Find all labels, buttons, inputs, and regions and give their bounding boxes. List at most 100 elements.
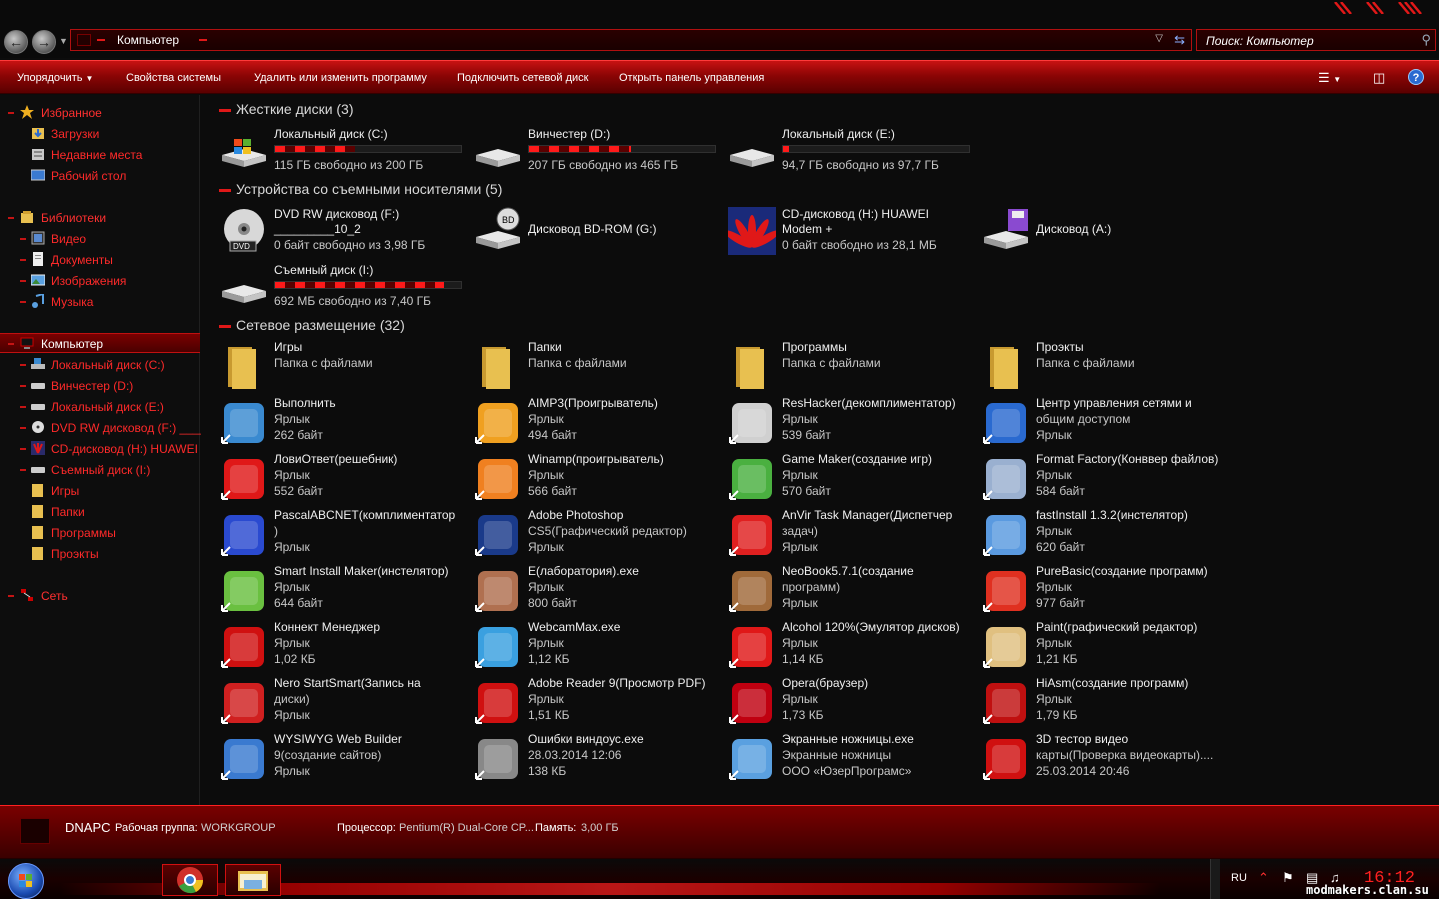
network-item-tile[interactable]: Экранные ножницы.exe Экранные ножницы ООО … xyxy=(728,732,978,787)
network-item-tile[interactable]: Adobe Reader 9(Просмотр PDF) Ярлык 1,51 КБ xyxy=(474,676,724,731)
network-item-tile[interactable]: E(лаборатория).exe Ярлык 800 байт xyxy=(474,564,724,619)
sidebar-item-drive-d[interactable]: Винчестер (D:) xyxy=(0,376,200,396)
network-item-tile[interactable]: Winamp(проигрыватель) Ярлык 566 байт xyxy=(474,452,724,507)
open-control-panel-button[interactable]: Открыть панель управления xyxy=(619,72,764,84)
search-icon[interactable]: ⚲ xyxy=(1421,32,1431,48)
action-center-flag-icon[interactable]: ⚑ xyxy=(1282,870,1294,886)
sidebar-item-projects[interactable]: Проэкты xyxy=(0,544,200,564)
sidebar-item-drive-e[interactable]: Локальный диск (E:) xyxy=(0,397,200,417)
system-properties-button[interactable]: Свойства системы xyxy=(126,72,221,84)
address-text[interactable]: Компьютер xyxy=(117,33,179,47)
network-item-tile[interactable]: Центр управления сетями и общим доступом Я… xyxy=(982,396,1232,451)
folder-icon xyxy=(736,347,764,389)
network-item-tile[interactable]: Выполнить Ярлык 262 байт xyxy=(220,396,470,451)
drive-tile-a[interactable]: Дисковод (A:) xyxy=(982,205,1232,259)
folder-icon xyxy=(32,547,43,560)
network-item-tile[interactable]: fastInstall 1.3.2(инстелятор) Ярлык 620 ба… xyxy=(982,508,1232,563)
organize-button[interactable]: Упорядочить ▼ xyxy=(17,72,93,84)
recent-pages-dropdown[interactable]: ▼ xyxy=(59,36,68,46)
explorer-folder-icon xyxy=(238,871,268,891)
network-item-tile[interactable]: Программы Папка с файлами xyxy=(728,340,978,395)
network-center-icon xyxy=(983,403,1026,444)
network-item-tile[interactable]: 3D тестор видео карты(Проверка видеокарты… xyxy=(982,732,1232,787)
network-item-tile[interactable]: Коннект Менеджер Ярлык 1,02 КБ xyxy=(220,620,470,675)
network-item-tile[interactable]: Alcohol 120%(Эмулятор дисков) Ярлык 1,14 К… xyxy=(728,620,978,675)
network-item-tile[interactable]: Format Factory(Конввер файлов) Ярлык 584 б… xyxy=(982,452,1232,507)
sidebar-network[interactable]: Сеть xyxy=(0,586,200,606)
drive-tile-i[interactable]: Съемный диск (I:) 692 МБ свободно из 7,4… xyxy=(220,261,470,315)
tray-scrollbar[interactable] xyxy=(1210,859,1220,899)
network-item-tile[interactable]: WYSIWYG Web Builder 9(создание сайтов) Ярл… xyxy=(220,732,470,787)
item-detail: Ярлык xyxy=(1036,580,1072,594)
sidebar-item-pictures[interactable]: Изображения xyxy=(0,271,200,291)
star-icon xyxy=(20,105,34,119)
drive-tile-f[interactable]: DVD DVD RW дисковод (F:) _________10_2 0… xyxy=(220,205,470,259)
sidebar-favorites[interactable]: Избранное xyxy=(0,103,200,123)
network-item-tile[interactable]: PureBasic(создание программ) Ярлык 977 бай… xyxy=(982,564,1232,619)
network-item-tile[interactable]: Adobe Photoshop CS5(Графический редактор)… xyxy=(474,508,724,563)
sidebar-item-drive-h[interactable]: CD-дисковод (H:) HUAWEI xyxy=(0,439,200,459)
network-item-tile[interactable]: Game Maker(создание игр) Ярлык 570 байт xyxy=(728,452,978,507)
language-indicator[interactable]: RU xyxy=(1231,872,1247,884)
search-placeholder[interactable]: Поиск: Компьютер xyxy=(1206,34,1314,48)
item-detail: 977 байт xyxy=(1036,596,1085,610)
sidebar-item-drive-c[interactable]: Локальный диск (C:) xyxy=(0,355,200,375)
drive-tile-d[interactable]: Винчестер (D:) 207 ГБ свободно из 465 ГБ xyxy=(474,125,724,179)
drive-tile-h[interactable]: CD-дисковод (H:) HUAWEI Modem + 0 байт с… xyxy=(728,205,978,259)
network-item-tile[interactable]: Nero StartSmart(Запись на диски) Ярлык xyxy=(220,676,470,731)
map-network-drive-button[interactable]: Подключить сетевой диск xyxy=(457,72,588,84)
network-item-tile[interactable]: ResHacker(декомплиментатор) Ярлык 539 байт xyxy=(728,396,978,451)
show-hidden-icons-icon[interactable]: ⌃ xyxy=(1258,870,1269,886)
view-options-icon[interactable]: ☰ ▼ xyxy=(1318,70,1341,86)
refresh-icon[interactable]: ⇆ xyxy=(1174,32,1185,48)
address-bar[interactable]: Компьютер ▽ ⇆ xyxy=(70,29,1192,51)
drive-tile-c[interactable]: Локальный диск (C:) 115 ГБ свободно из 2… xyxy=(220,125,470,179)
sidebar-item-downloads[interactable]: Загрузки xyxy=(0,124,200,144)
network-item-tile[interactable]: Opera(браузер) Ярлык 1,73 КБ xyxy=(728,676,978,731)
help-icon[interactable]: ? xyxy=(1408,69,1424,85)
drive-tile-g[interactable]: BD Дисковод BD-ROM (G:) xyxy=(474,205,724,259)
sidebar-item-folders[interactable]: Папки xyxy=(0,502,200,522)
preview-pane-icon[interactable]: ◫ xyxy=(1373,70,1385,86)
sidebar-libraries[interactable]: Библиотеки xyxy=(0,208,200,228)
network-item-tile[interactable]: NeoBook5.7.1(создание программ) Ярлык xyxy=(728,564,978,619)
drive-tile-e[interactable]: Локальный диск (E:) 94,7 ГБ свободно из … xyxy=(728,125,978,179)
network-item-tile[interactable]: Smart Install Maker(инстелятор) Ярлык 644 … xyxy=(220,564,470,619)
details-pane: DNAPC Рабочая группа: WORKGROUP Процессо… xyxy=(0,805,1439,858)
sidebar-item-desktop[interactable]: Рабочий стол xyxy=(0,166,200,186)
group-header-removable[interactable]: Устройства со съемными носителями (5) xyxy=(219,181,559,199)
group-header-hard-drives[interactable]: Жесткие диски (3) xyxy=(219,101,519,119)
breadcrumb-separator[interactable] xyxy=(97,39,105,41)
network-item-tile[interactable]: PascalABCNET(комплиментатор) Ярлык xyxy=(220,508,470,563)
group-header-network[interactable]: Сетевое размещение (32) xyxy=(219,317,519,335)
sidebar-item-programs[interactable]: Программы xyxy=(0,523,200,543)
sidebar-item-documents[interactable]: Документы xyxy=(0,250,200,270)
uninstall-program-button[interactable]: Удалить или изменить программу xyxy=(254,72,427,84)
network-item-tile[interactable]: AIMP3(Проигрыватель) Ярлык 494 байт xyxy=(474,396,724,451)
sidebar-item-recent-places[interactable]: Недавние места xyxy=(0,145,200,165)
network-item-tile[interactable]: Папки Папка с файлами xyxy=(474,340,724,395)
back-button[interactable]: ← xyxy=(4,30,28,54)
address-dropdown-icon[interactable]: ▽ xyxy=(1155,33,1163,44)
search-input[interactable]: Поиск: Компьютер ⚲ xyxy=(1196,29,1436,51)
sidebar-item-drive-i[interactable]: Съемный диск (I:) xyxy=(0,460,200,480)
network-item-tile[interactable]: Игры Папка с файлами xyxy=(220,340,470,395)
breadcrumb-separator[interactable] xyxy=(199,39,207,41)
sidebar-computer[interactable]: Компьютер xyxy=(0,333,200,353)
network-item-tile[interactable]: HiAsm(создание программ) Ярлык 1,79 КБ xyxy=(982,676,1232,731)
network-item-tile[interactable]: Проэкты Папка с файлами xyxy=(982,340,1232,395)
forward-button[interactable]: → xyxy=(32,30,56,54)
network-item-tile[interactable]: Paint(графический редактор) Ярлык 1,21 КБ xyxy=(982,620,1232,675)
network-item-tile[interactable]: Ошибки виндоус.exe 28.03.2014 12:06 138 КБ xyxy=(474,732,724,787)
sidebar-item-music[interactable]: Музыка xyxy=(0,292,200,312)
taskbar-explorer[interactable] xyxy=(225,864,281,896)
network-item-tile[interactable]: ЛовиОтвет(решебник) Ярлык 552 байт xyxy=(220,452,470,507)
sidebar-item-games[interactable]: Игры xyxy=(0,481,200,501)
taskbar-chrome[interactable] xyxy=(162,864,218,896)
sidebar-item-video[interactable]: Видео xyxy=(0,229,200,249)
floppy-icon xyxy=(984,209,1028,249)
sidebar-item-drive-f[interactable]: DVD RW дисковод (F:) ____ xyxy=(0,418,206,438)
network-item-tile[interactable]: AnVir Task Manager(Диспетчер задач) Ярлык xyxy=(728,508,978,563)
network-item-tile[interactable]: WebcamMax.exe Ярлык 1,12 КБ xyxy=(474,620,724,675)
start-button[interactable] xyxy=(8,863,44,899)
